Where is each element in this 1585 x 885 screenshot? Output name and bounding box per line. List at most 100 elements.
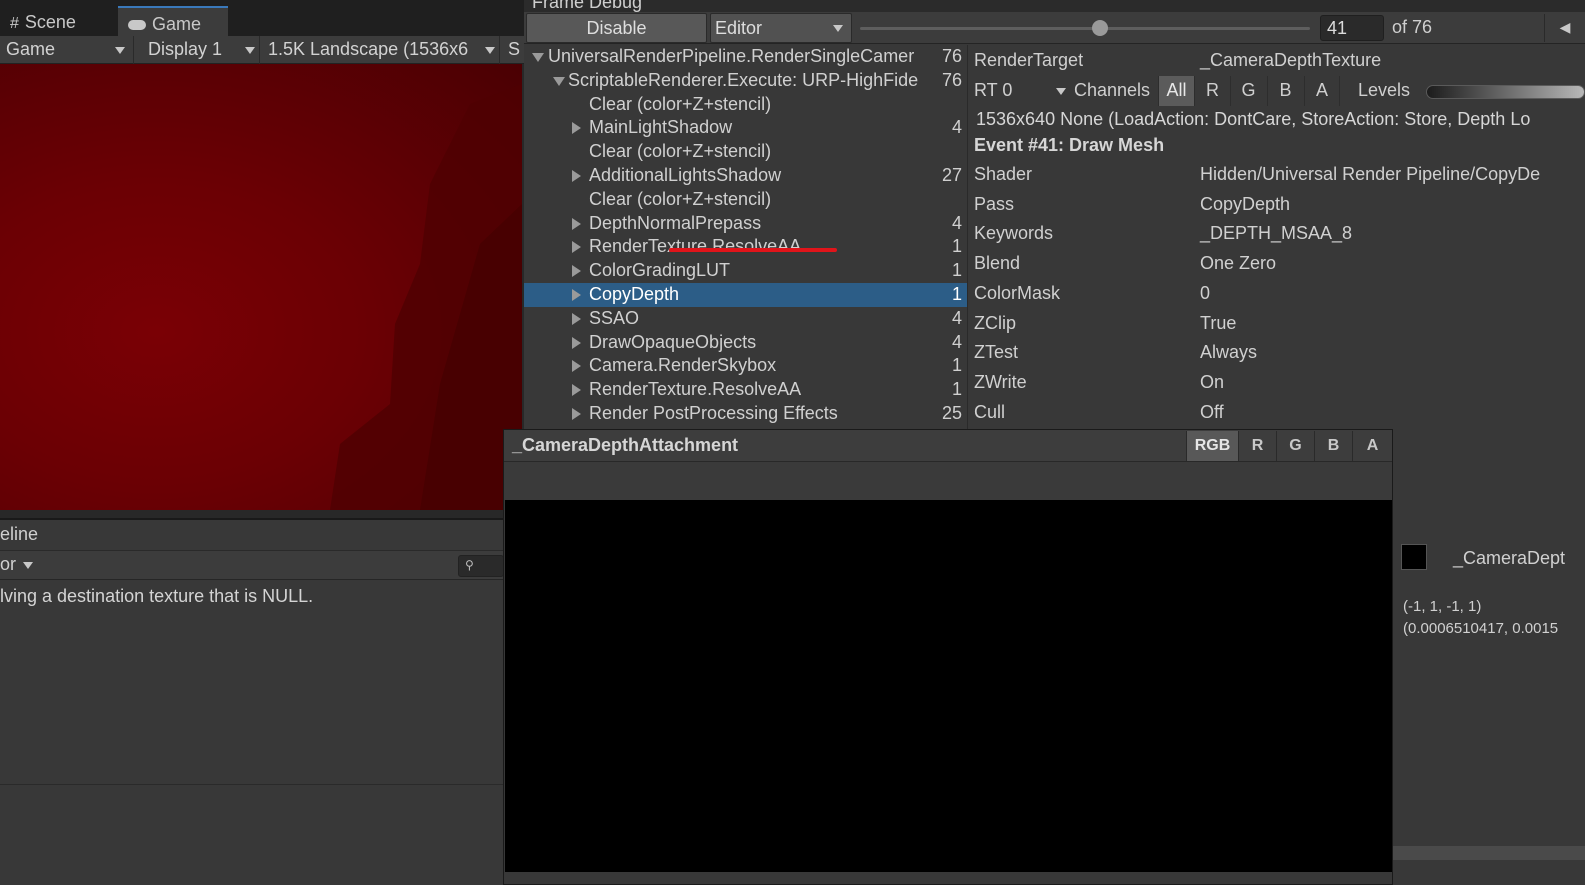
collapsed-arrow-icon[interactable] (572, 170, 581, 182)
game-render-image (330, 84, 522, 510)
collapsed-arrow-icon[interactable] (572, 384, 581, 397)
texture-preview-popup: _CameraDepthAttachment RGB R G B A (503, 429, 1393, 885)
resolution-dropdown[interactable]: 1.5K Landscape (1536x6 (262, 36, 500, 64)
tree-row[interactable]: SSAO 4 (524, 307, 967, 331)
event-index-input[interactable]: 41 (1320, 15, 1384, 41)
horizontal-scrollbar[interactable] (1393, 846, 1585, 860)
property-row: ZWrite On (974, 367, 1585, 397)
render-target-controls: RT 0 Channels All R G B A Levels (970, 75, 1585, 107)
tree-row[interactable]: DrawOpaqueObjects 4 (524, 331, 967, 355)
frame-debug-window: Frame Debug Disable Editor 41 of 76 ◀ Un… (524, 0, 1585, 430)
scale-control[interactable]: S (502, 36, 524, 64)
tex-channel-g-button[interactable]: G (1276, 431, 1314, 461)
tree-row[interactable]: AdditionalLightsShadow 27 (524, 164, 967, 188)
property-value: CopyDepth (1200, 193, 1291, 214)
tree-row[interactable]: Render PostProcessing Effects 25 (524, 402, 967, 426)
chevron-down-icon (23, 561, 34, 569)
channel-all-button[interactable]: All (1158, 76, 1194, 106)
tree-row-count: 4 (951, 212, 962, 233)
collapsed-arrow-icon[interactable] (572, 336, 581, 349)
rt-index-value: RT 0 (974, 80, 1013, 100)
display-dropdown[interactable]: Display 1 (142, 36, 260, 64)
collapsed-arrow-icon[interactable] (572, 241, 581, 254)
game-toolbar: Game Display 1 1.5K Landscape (1536x6 S (0, 36, 524, 64)
rt-index-dropdown[interactable]: RT 0 (974, 78, 1070, 104)
collapsed-arrow-icon[interactable] (572, 122, 581, 135)
tree-row[interactable]: ColorGradingLUT 1 (524, 259, 967, 283)
target-dropdown[interactable]: Editor (710, 13, 852, 43)
property-row: Pass CopyDepth (974, 189, 1585, 219)
expanded-arrow-icon[interactable] (553, 76, 565, 86)
event-slider-thumb[interactable] (1091, 20, 1108, 36)
console-search-input[interactable]: ⚲ (458, 555, 504, 577)
tree-row[interactable]: Clear (color+Z+stencil) (524, 188, 967, 212)
collapsed-arrow-icon[interactable] (572, 312, 581, 325)
collapsed-arrow-icon[interactable] (572, 408, 581, 420)
tree-row-label: Camera.RenderSkybox (589, 355, 777, 376)
levels-label: Levels (1358, 80, 1411, 100)
texture-thumbnail[interactable] (1401, 544, 1427, 570)
tree-row[interactable]: MainLightShadow 4 (524, 116, 967, 140)
property-row: ZTest Always (974, 337, 1585, 367)
tree-row-label: Clear (color+Z+stencil) (589, 188, 772, 209)
console-filter-dropdown[interactable]: or (0, 554, 34, 575)
tree-row[interactable]: CopyDepth 1 (524, 283, 967, 307)
tab-game-label: Game (152, 14, 202, 34)
game-mode-dropdown[interactable]: Game (0, 36, 134, 64)
tex-channel-a-button[interactable]: A (1352, 431, 1392, 461)
game-viewport[interactable] (0, 64, 522, 510)
collapsed-arrow-icon[interactable] (572, 217, 581, 230)
expanded-arrow-icon[interactable] (532, 53, 544, 62)
tree-row-count: 1 (951, 236, 962, 257)
channel-b-button[interactable]: B (1267, 76, 1303, 106)
tab-game[interactable]: Game (118, 6, 228, 36)
property-value: On (1200, 371, 1225, 392)
render-target-label: RenderTarget (974, 50, 1084, 70)
property-row: Blend One Zero (974, 248, 1585, 278)
search-icon: ⚲ (465, 558, 474, 572)
event-slider-track[interactable] (860, 27, 1310, 30)
tab-scene-label: Scene (24, 12, 76, 32)
property-key: ZTest (974, 342, 1019, 363)
chevron-down-icon (1056, 88, 1066, 95)
tree-row[interactable]: Clear (color+Z+stencil) (524, 140, 967, 164)
tree-row-label: RenderTexture.ResolveAA (589, 379, 802, 400)
channel-a-button[interactable]: A (1304, 76, 1340, 106)
texture-name: _CameraDepthAttachment (512, 435, 739, 455)
channel-g-button[interactable]: G (1230, 76, 1266, 106)
tex-channel-b-button[interactable]: B (1314, 431, 1352, 461)
property-key: Pass (974, 193, 1015, 214)
tree-row-label: DepthNormalPrepass (589, 212, 762, 233)
collapsed-arrow-icon[interactable] (572, 265, 581, 278)
resolution-value: 1.5K Landscape (1536x6 (268, 39, 469, 59)
console-log-entry[interactable]: lving a destination texture that is NULL… (0, 586, 313, 607)
tree-row-label: Render PostProcessing Effects (589, 403, 838, 423)
tree-row[interactable]: RenderTexture.ResolveAA 1 (524, 378, 967, 402)
texture-preview-image (505, 500, 1392, 872)
previous-event-button[interactable]: ◀ (1544, 14, 1585, 42)
target-value: Editor (715, 18, 763, 38)
property-row: ZClip True (974, 308, 1585, 338)
tree-row-label: CopyDepth (589, 284, 680, 304)
tab-scene[interactable]: # Scene (0, 6, 118, 36)
disable-button[interactable]: Disable (526, 13, 707, 43)
tree-row-count: 27 (941, 165, 962, 185)
tree-row[interactable]: DepthNormalPrepass 4 (524, 212, 967, 236)
levels-slider[interactable] (1426, 85, 1585, 99)
property-row: Shader Hidden/Universal Render Pipeline/C… (974, 159, 1585, 189)
tex-channel-rgb-button[interactable]: RGB (1186, 431, 1238, 461)
tree-row[interactable]: ScriptableRenderer.Execute: URP-HighFide… (524, 69, 967, 93)
tree-row[interactable]: Clear (color+Z+stencil) (524, 93, 967, 117)
render-target-info: 1536x640 None (LoadAction: DontCare, Sto… (976, 109, 1531, 129)
collapsed-arrow-icon[interactable] (572, 289, 581, 301)
property-key: ZClip (974, 312, 1017, 333)
tree-row[interactable]: Camera.RenderSkybox 1 (524, 354, 967, 378)
event-tree: UniversalRenderPipeline.RenderSingleCame… (524, 45, 968, 430)
collapsed-arrow-icon[interactable] (572, 360, 581, 373)
arrow-left-icon: ◀ (1559, 19, 1571, 35)
tree-row[interactable]: UniversalRenderPipeline.RenderSingleCame… (524, 45, 967, 69)
texture-param-value-2: (0.0006510417, 0.0015 (1403, 620, 1559, 637)
tree-row-label: SSAO (589, 307, 640, 328)
channel-r-button[interactable]: R (1194, 76, 1230, 106)
tex-channel-r-button[interactable]: R (1238, 431, 1276, 461)
